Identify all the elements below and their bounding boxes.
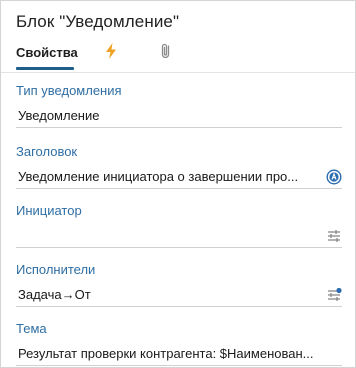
tab-properties-label: Свойства xyxy=(16,45,78,60)
panel-title: Блок "Уведомление" xyxy=(16,12,180,31)
field-heading: Заголовок Уведомление инициатора о завер… xyxy=(16,144,342,189)
executors-input[interactable]: Задача→От xyxy=(16,284,342,307)
lightning-icon xyxy=(106,43,116,59)
settings-sliders-icon[interactable] xyxy=(326,228,342,244)
paperclip-icon xyxy=(161,43,170,59)
notification-block-panel: Блок "Уведомление" Свойства Тип уведомле… xyxy=(0,0,356,368)
field-label: Тема xyxy=(16,321,47,336)
field-label: Заголовок xyxy=(16,144,78,159)
field-initiator: Инициатор xyxy=(16,203,342,248)
field-label: Тип уведомления xyxy=(16,83,122,98)
tab-events[interactable] xyxy=(103,42,119,60)
tab-attachments[interactable] xyxy=(158,42,174,60)
field-value: Уведомление инициатора о завершении про.… xyxy=(18,169,299,184)
tabs-divider xyxy=(1,72,355,73)
settings-sliders-active-icon[interactable] xyxy=(326,287,342,303)
tab-bar: Свойства xyxy=(1,39,355,72)
active-tab-indicator xyxy=(16,67,74,70)
initiator-input[interactable] xyxy=(16,225,342,248)
text-template-icon[interactable] xyxy=(326,169,342,185)
heading-input[interactable]: Уведомление инициатора о завершении про.… xyxy=(16,166,342,189)
field-notification-type: Тип уведомления Уведомление xyxy=(16,83,342,128)
notification-type-input[interactable]: Уведомление xyxy=(16,105,342,128)
field-subject: Тема Результат проверки контрагента: $На… xyxy=(16,321,342,366)
field-executors: Исполнители Задача→От xyxy=(16,262,342,307)
field-value: Задача→От xyxy=(18,287,91,302)
field-label: Исполнители xyxy=(16,262,96,277)
field-value: Уведомление xyxy=(18,108,100,123)
subject-input[interactable]: Результат проверки контрагента: $Наимено… xyxy=(16,343,342,366)
field-value: Результат проверки контрагента: $Наимено… xyxy=(18,346,314,361)
field-label: Инициатор xyxy=(16,203,82,218)
